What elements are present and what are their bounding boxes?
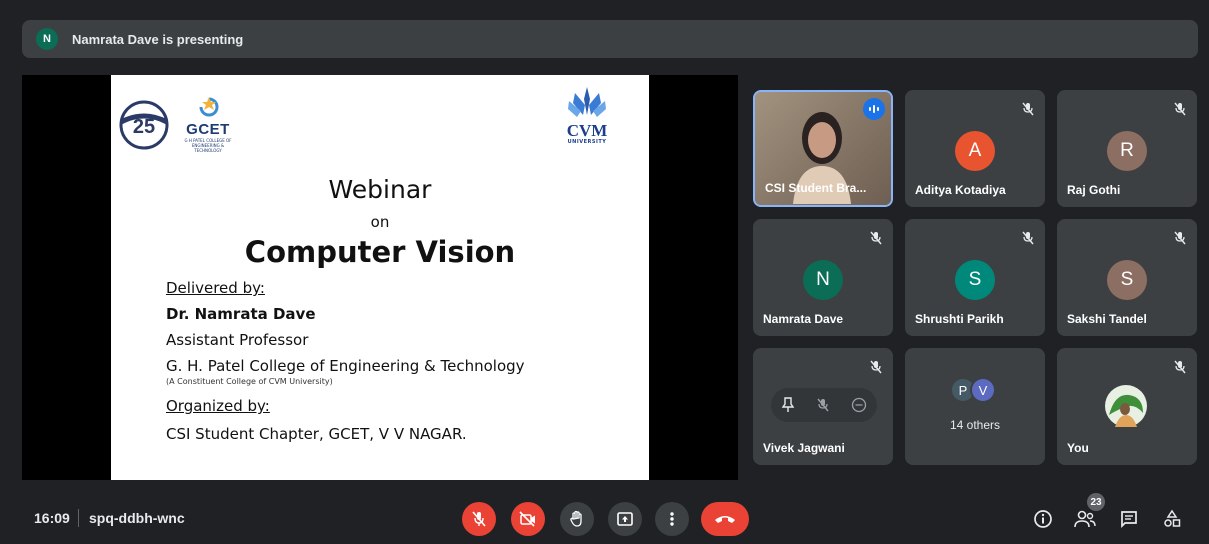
- participant-name: You: [1067, 441, 1089, 455]
- participant-tile-others[interactable]: P V 14 others: [905, 348, 1045, 465]
- remove-participant-icon[interactable]: [851, 397, 867, 413]
- mic-off-icon: [1022, 102, 1034, 116]
- delivered-by-label: Delivered by:: [166, 279, 265, 297]
- designation: Assistant Professor: [166, 331, 309, 349]
- camera-toggle-button[interactable]: [511, 502, 545, 536]
- mute-participant-icon[interactable]: [816, 398, 830, 412]
- anniversary-logo: 25: [119, 100, 169, 150]
- people-icon: [1074, 510, 1096, 528]
- more-vert-icon: [670, 512, 674, 526]
- mic-off-icon: [870, 231, 882, 245]
- presenter-avatar: N: [36, 28, 58, 50]
- others-count: 14 others: [949, 418, 1001, 432]
- raise-hand-button[interactable]: [560, 502, 594, 536]
- mic-off-icon: [1174, 231, 1186, 245]
- college-note: (A Constituent College of CVM University…: [166, 377, 333, 386]
- gcet-logo: GCET G H PATEL COLLEGE OF ENGINEERING & …: [183, 95, 233, 160]
- cvm-logo: CVM UNIVERSITY: [557, 85, 617, 150]
- tile-hover-controls: [771, 388, 877, 422]
- other-avatar: V: [970, 377, 996, 403]
- others-avatars: P V: [950, 377, 1000, 403]
- participant-avatar: A: [955, 131, 995, 171]
- mic-off-icon: [1174, 360, 1186, 374]
- activities-icon: [1164, 509, 1181, 527]
- presenting-text: Namrata Dave is presenting: [72, 31, 244, 47]
- participant-name: CSI Student Bra...: [765, 181, 867, 195]
- presentation-stage[interactable]: 25 GCET G H PATEL COLLEGE OF ENGINEERING…: [22, 75, 738, 480]
- activities-button[interactable]: [1160, 507, 1184, 531]
- meeting-code: spq-ddbh-wnc: [89, 510, 185, 526]
- mic-toggle-button[interactable]: [462, 502, 496, 536]
- more-options-button[interactable]: [655, 502, 689, 536]
- chat-button[interactable]: [1117, 507, 1141, 531]
- slide-title: Webinar: [328, 175, 432, 204]
- bottom-toolbar: 16:09 spq-ddbh-wnc 23: [0, 490, 1209, 544]
- speaking-indicator-icon: [863, 98, 885, 120]
- participant-name: Shrushti Parikh: [915, 312, 1004, 326]
- participant-avatar: R: [1107, 131, 1147, 171]
- mic-off-icon: [472, 511, 486, 527]
- info-icon: [1034, 510, 1052, 528]
- participant-tile-aditya[interactable]: A Aditya Kotadiya: [905, 90, 1045, 207]
- hand-icon: [570, 510, 582, 527]
- people-button[interactable]: [1073, 507, 1097, 531]
- present-screen-button[interactable]: [608, 502, 642, 536]
- college-name: G. H. Patel College of Engineering & Tec…: [166, 357, 525, 375]
- divider: [78, 509, 79, 527]
- slide-topic: Computer Vision: [244, 235, 516, 269]
- participant-tile-you[interactable]: You: [1057, 348, 1197, 465]
- speaker-name: Dr. Namrata Dave: [166, 305, 316, 323]
- mic-off-icon: [1022, 231, 1034, 245]
- organized-by-label: Organized by:: [166, 397, 270, 415]
- presenting-banner: N Namrata Dave is presenting: [22, 20, 1198, 58]
- user-photo-avatar: [1105, 385, 1147, 427]
- meeting-details-button[interactable]: [1031, 507, 1055, 531]
- clock: 16:09: [34, 510, 70, 526]
- participant-tile-raj[interactable]: R Raj Gothi: [1057, 90, 1197, 207]
- organizer: CSI Student Chapter, GCET, V V NAGAR.: [166, 425, 467, 443]
- present-icon: [617, 512, 633, 526]
- leave-call-button[interactable]: [701, 502, 749, 536]
- chat-icon: [1121, 511, 1137, 529]
- participant-tile-sakshi[interactable]: S Sakshi Tandel: [1057, 219, 1197, 336]
- slide-on: on: [370, 213, 390, 231]
- mic-off-icon: [1174, 102, 1186, 116]
- participant-tile-shrushti[interactable]: S Shrushti Parikh: [905, 219, 1045, 336]
- mic-off-icon: [870, 360, 882, 374]
- svg-text:25: 25: [133, 116, 155, 138]
- participant-avatar: S: [1107, 260, 1147, 300]
- participant-name: Aditya Kotadiya: [915, 183, 1006, 197]
- participant-name: Vivek Jagwani: [763, 441, 845, 455]
- participant-tile-csi[interactable]: CSI Student Bra...: [753, 90, 893, 207]
- pin-icon[interactable]: [781, 397, 795, 413]
- participant-tile-namrata[interactable]: N Namrata Dave: [753, 219, 893, 336]
- participant-avatar: S: [955, 260, 995, 300]
- slide: 25 GCET G H PATEL COLLEGE OF ENGINEERING…: [111, 75, 649, 480]
- participant-tile-vivek[interactable]: Vivek Jagwani: [753, 348, 893, 465]
- participant-name: Raj Gothi: [1067, 183, 1121, 197]
- camera-off-icon: [519, 511, 535, 527]
- participant-name: Sakshi Tandel: [1067, 312, 1147, 326]
- participant-avatar: N: [803, 260, 843, 300]
- participant-name: Namrata Dave: [763, 312, 844, 326]
- end-call-icon: [715, 516, 735, 523]
